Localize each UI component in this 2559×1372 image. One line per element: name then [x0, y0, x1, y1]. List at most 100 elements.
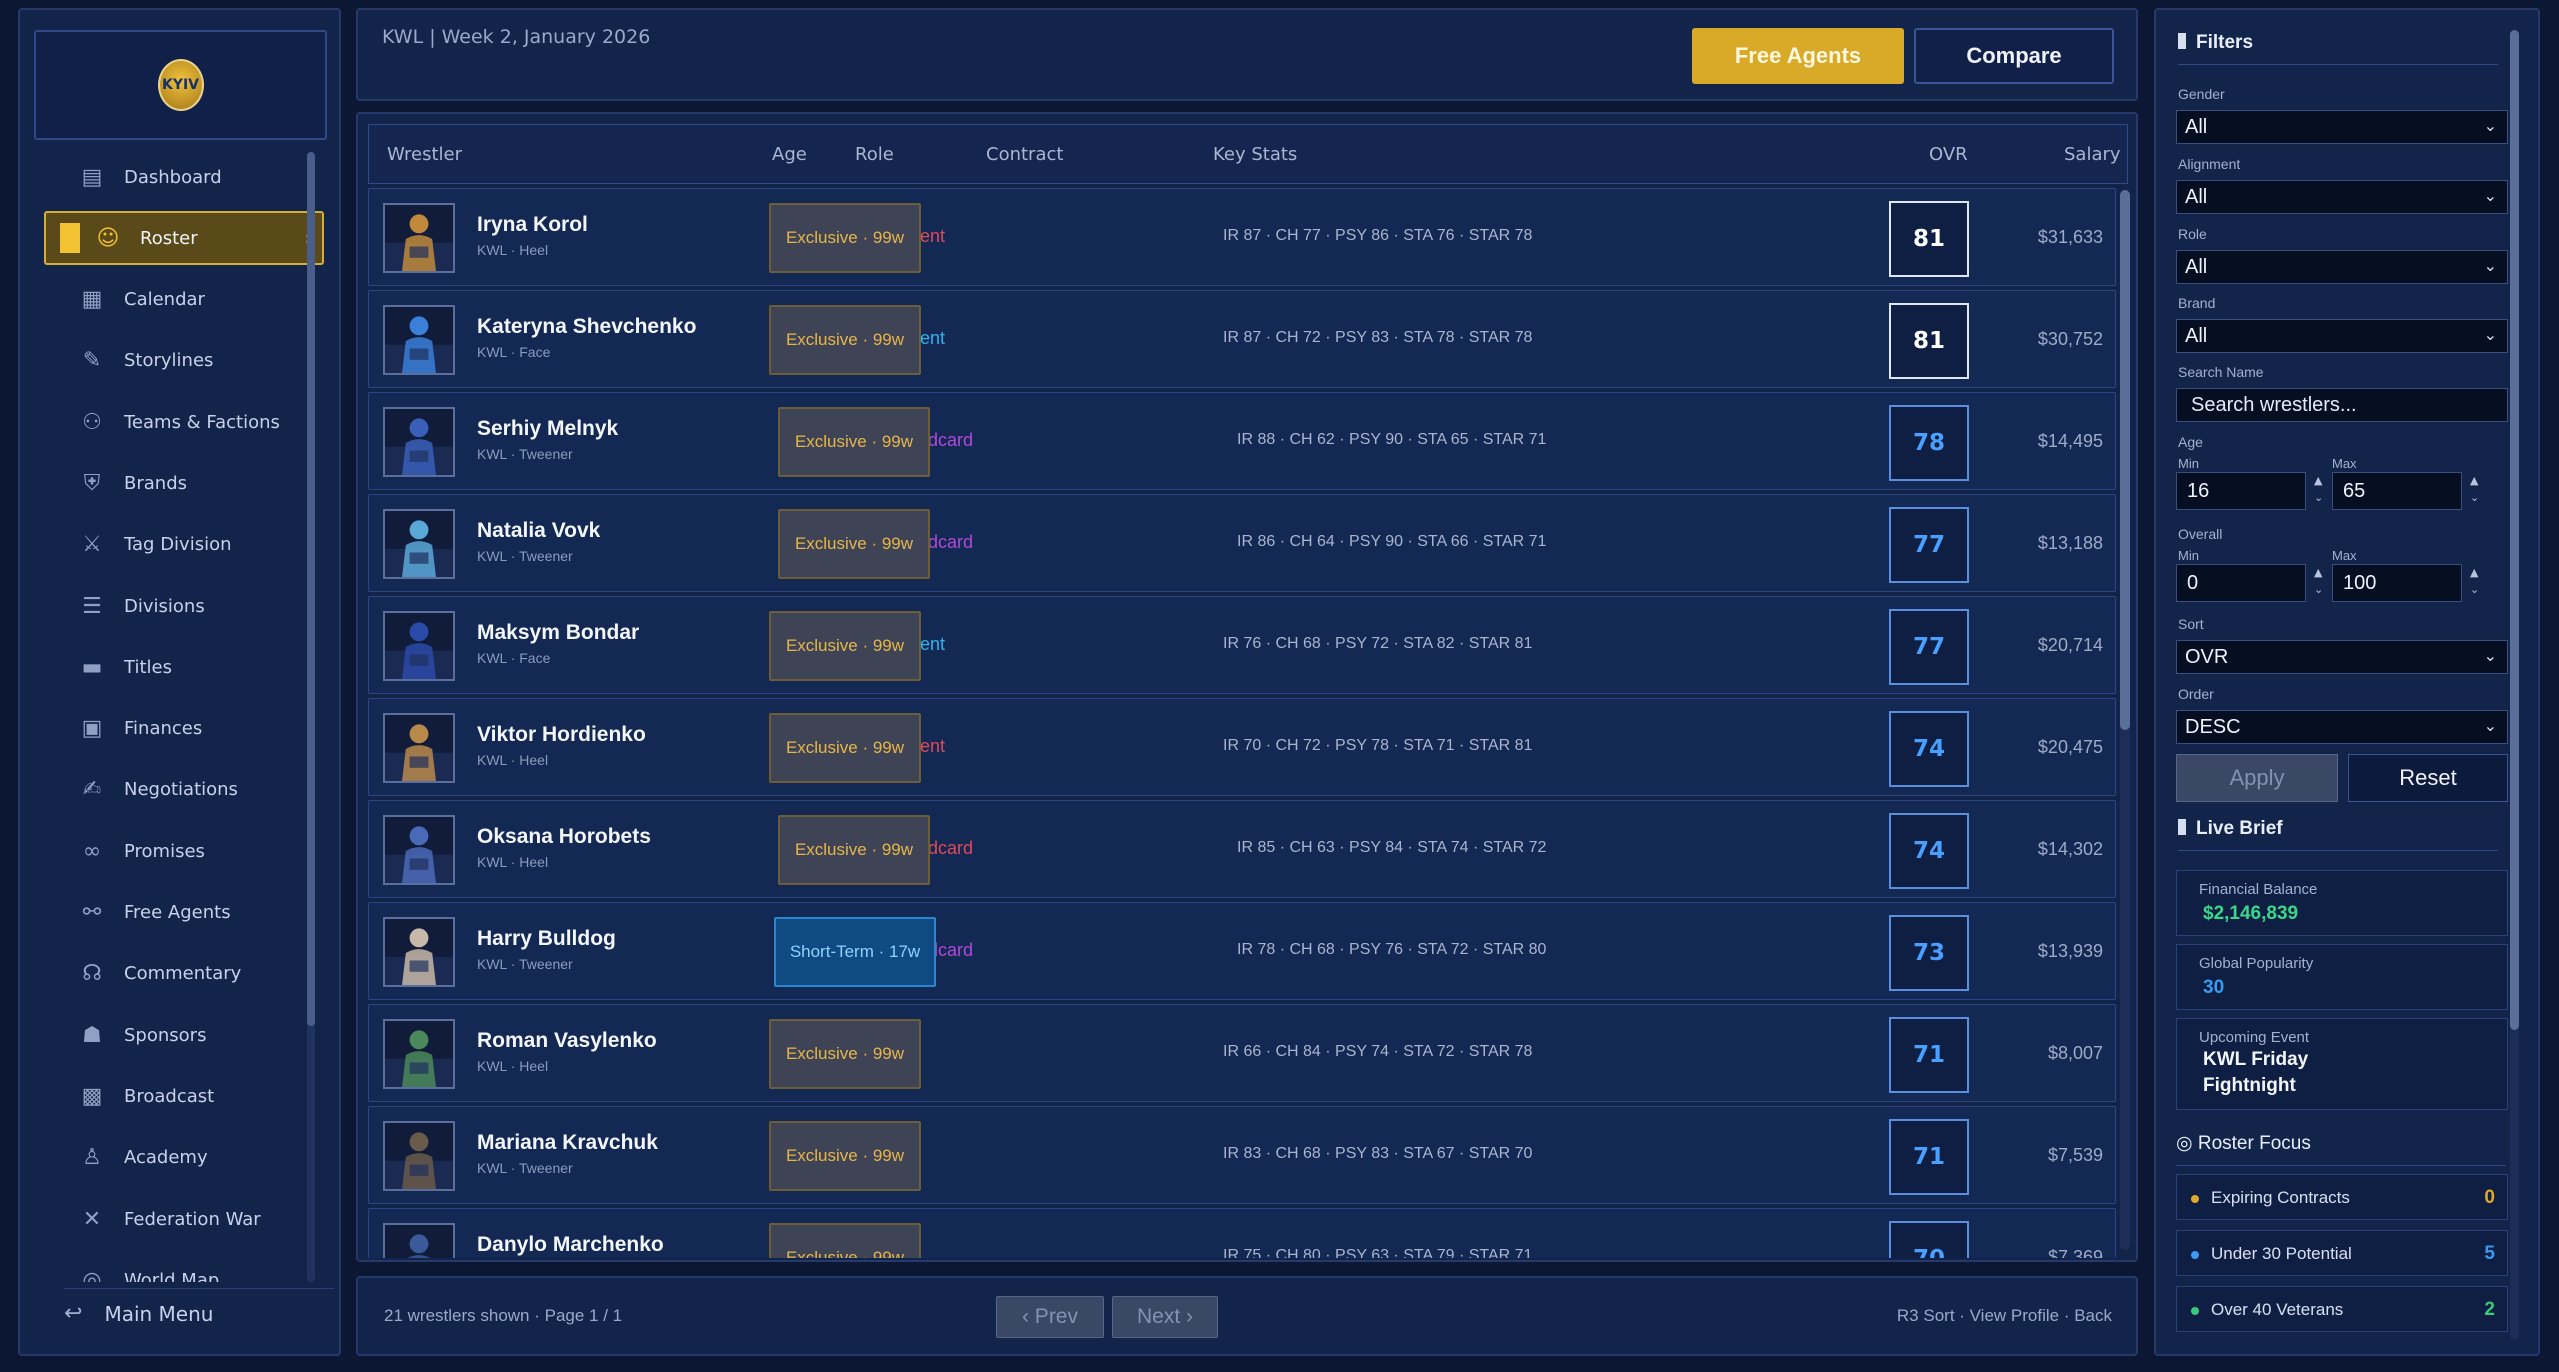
contract-badge: Exclusive · 99w [769, 713, 921, 783]
wrestler-portrait [383, 203, 455, 273]
stepper-arrows-icon[interactable]: ▲ ⌄ [2314, 472, 2323, 506]
prev-page-button[interactable]: ‹ Prev [996, 1296, 1104, 1338]
col-age[interactable]: Age [772, 144, 807, 165]
age-min-stepper[interactable]: 16 ▲ ⌄ [2176, 472, 2323, 510]
sidebar-item-storylines[interactable]: ✎ Storylines [44, 334, 324, 388]
table-row[interactable]: Natalia VovkKWL · Tweener39Upper Midcard… [368, 494, 2116, 592]
wrestler-brand-alignment: KWL · Heel [477, 242, 549, 258]
page-title: KWL | Week 2, January 2026 [382, 26, 651, 48]
order-select[interactable]: DESC ⌄ [2176, 710, 2508, 744]
wrestler-portrait-art [385, 613, 453, 679]
age-min-input[interactable]: 16 [2176, 472, 2306, 510]
overall-max-stepper[interactable]: 100 ▲ ⌄ [2332, 564, 2479, 602]
stepper-arrows-icon[interactable]: ▲ ⌄ [2470, 564, 2479, 598]
wrestler-portrait-art [385, 1123, 453, 1189]
table-row[interactable]: Danylo MarchenkoKWL · Face29MidcardExclu… [368, 1208, 2116, 1258]
wrestler-name: Serhiy Melnyk [477, 417, 619, 440]
upcoming-event-value-1: KWL Friday [2203, 1049, 2309, 1070]
filters-panel: Filters Gender All ⌄ Alignment All ⌄ Role … [2154, 8, 2540, 1356]
gender-select[interactable]: All ⌄ [2176, 110, 2508, 144]
overall-min-input[interactable]: 0 [2176, 564, 2306, 602]
role-select[interactable]: All ⌄ [2176, 250, 2508, 284]
col-contract[interactable]: Contract [986, 144, 1063, 165]
sidebar-item-divisions[interactable]: ☰ Divisions [44, 579, 324, 633]
wrestler-portrait [383, 407, 455, 477]
sidebar-scrollbar-thumb[interactable] [307, 152, 315, 1026]
sidebar-item-teams-factions[interactable]: ⚇ Teams & Factions [44, 395, 324, 449]
table-row[interactable]: Serhiy MelnykKWL · Tweener41Upper Midcar… [368, 392, 2116, 490]
financial-balance-card: Financial Balance $2,146,839 [2176, 870, 2508, 936]
wrestler-salary: $13,188 [2037, 533, 2103, 553]
status-dot-icon [2191, 1251, 2199, 1259]
stepper-arrows-icon[interactable]: ▲ ⌄ [2470, 472, 2479, 506]
stepper-arrows-icon[interactable]: ▲ ⌄ [2314, 564, 2323, 598]
sidebar-item-titles[interactable]: ▬ Titles [44, 640, 324, 694]
sidebar-item-tag-division[interactable]: ⚔ Tag Division [44, 518, 324, 572]
table-row[interactable]: Viktor HordienkoKWL · Heel36Main EventEx… [368, 698, 2116, 796]
sidebar-item-free-agents[interactable]: ⚯ Free Agents [44, 886, 324, 940]
sidebar-item-federation-war[interactable]: ✕ Federation War [44, 1192, 324, 1246]
overall-max-label: Max [2332, 548, 2357, 563]
chevron-down-icon: ⌄ [2483, 118, 2497, 135]
age-min-label: Min [2178, 456, 2199, 471]
sidebar-item-brands[interactable]: ⛨ Brands [44, 456, 324, 510]
col-role[interactable]: Role [855, 144, 894, 165]
col-ovr[interactable]: OVR [1929, 144, 1968, 165]
main-menu-button[interactable]: ↩ Main Menu [64, 1288, 334, 1326]
wrestler-portrait [383, 815, 455, 885]
wrestler-portrait-art [385, 511, 453, 577]
table-row[interactable]: Maksym BondarKWL · Face32Main EventExclu… [368, 596, 2116, 694]
wrestler-portrait [383, 611, 455, 681]
sidebar-item-sponsors[interactable]: ☗ Sponsors [44, 1008, 324, 1062]
table-row[interactable]: Mariana KravchukKWL · Tweener35MidcardEx… [368, 1106, 2116, 1204]
table-row[interactable]: Oksana HorobetsKWL · Heel31Upper Midcard… [368, 800, 2116, 898]
brand-select[interactable]: All ⌄ [2176, 319, 2508, 353]
search-input[interactable] [2176, 388, 2508, 422]
key-stats: IR 70 · CH 72 · PSY 78 · STA 71 · STAR 8… [1223, 737, 1533, 754]
sidebar-item-calendar[interactable]: ▦ Calendar [44, 273, 324, 327]
wrestler-name: Roman Vasylenko [477, 1029, 657, 1052]
contract-badge: Exclusive · 99w [769, 1121, 921, 1191]
contract-badge: Exclusive · 99w [769, 611, 921, 681]
free-agents-button[interactable]: Free Agents [1692, 28, 1904, 84]
table-row[interactable]: Kateryna ShevchenkoKWL · Face30Main Even… [368, 290, 2116, 388]
table-scrollbar-thumb[interactable] [2120, 190, 2130, 730]
sidebar-item-roster[interactable]: ☺Roster› [44, 211, 324, 266]
col-key-stats[interactable]: Key Stats [1213, 144, 1297, 165]
col-wrestler[interactable]: Wrestler [387, 144, 462, 165]
compare-button[interactable]: Compare [1914, 28, 2114, 84]
live-brief-title-text: Live Brief [2196, 818, 2283, 839]
contract-badge: Short-Term · 17w [774, 917, 936, 987]
roster-focus-over-40-veterans[interactable]: Over 40 Veterans 2 [2176, 1286, 2508, 1332]
sidebar-item-commentary[interactable]: ☊ Commentary [44, 947, 324, 1001]
sidebar-item-label: Broadcast [124, 1085, 215, 1107]
wrestler-brand-alignment: KWL · Tweener [477, 446, 573, 462]
overall-max-input[interactable]: 100 [2332, 564, 2462, 602]
alignment-select[interactable]: All ⌄ [2176, 180, 2508, 214]
sidebar-item-academy[interactable]: ♙ Academy [44, 1131, 324, 1185]
col-salary[interactable]: Salary [2064, 144, 2121, 165]
roster-focus-expiring-contracts[interactable]: Expiring Contracts 0 [2176, 1174, 2508, 1220]
age-max-stepper[interactable]: 65 ▲ ⌄ [2332, 472, 2479, 510]
next-page-button[interactable]: Next › [1112, 1296, 1218, 1338]
table-row[interactable]: Iryna KorolKWL · Heel33Main EventExclusi… [368, 188, 2116, 286]
table-row[interactable]: Harry BulldogKWL · Tweener30Upper Midcar… [368, 902, 2116, 1000]
sort-select[interactable]: OVR ⌄ [2176, 640, 2508, 674]
sidebar-item-finances[interactable]: ▣ Finances [44, 702, 324, 756]
filters-scrollbar-thumb[interactable] [2510, 30, 2519, 1030]
age-max-input[interactable]: 65 [2332, 472, 2462, 510]
table-row[interactable]: Roman VasylenkoKWL · Heel33MidcardExclus… [368, 1004, 2116, 1102]
wrestler-name: Mariana Kravchuk [477, 1131, 658, 1154]
overall-min-stepper[interactable]: 0 ▲ ⌄ [2176, 564, 2323, 602]
sidebar-item-promises[interactable]: ∞ Promises [44, 824, 324, 878]
wrestler-name: Harry Bulldog [477, 927, 616, 950]
sidebar-item-dashboard[interactable]: ▤ Dashboard [44, 150, 324, 204]
sidebar-item-label: Promises [124, 840, 205, 862]
apply-button[interactable]: Apply [2176, 754, 2338, 802]
sidebar-item-broadcast[interactable]: ▩ Broadcast [44, 1069, 324, 1123]
sidebar-item-negotiations[interactable]: ✍ Negotiations [44, 763, 324, 817]
roster-focus-under-30-potential[interactable]: Under 30 Potential 5 [2176, 1230, 2508, 1276]
reset-button[interactable]: Reset [2348, 754, 2508, 802]
academy-icon: ♙ [82, 1145, 102, 1171]
sidebar-item-world-map[interactable]: ◎ World Map [44, 1253, 324, 1282]
